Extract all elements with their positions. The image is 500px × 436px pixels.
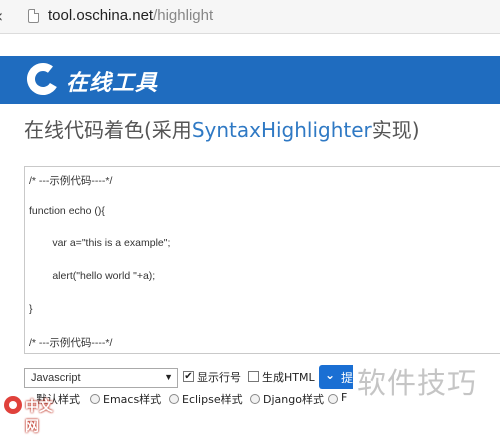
title-prefix: 在线代码着色(采用: [24, 118, 192, 142]
language-value: Javascript: [31, 372, 81, 384]
syntaxhighlighter-link[interactable]: SyntaxHighlighter: [192, 118, 372, 142]
watermark-text: 软件技巧: [357, 366, 478, 400]
url-host: tool.oschina.net: [48, 7, 154, 24]
generate-html-checkbox[interactable]: [248, 371, 259, 382]
style-more-radio[interactable]: [328, 394, 338, 404]
chevron-down-icon: ▼: [164, 372, 173, 382]
code-line: function echo (){: [29, 205, 105, 217]
submit-label: 提: [341, 371, 353, 385]
logo-text[interactable]: 在线工具: [66, 65, 158, 97]
code-line: /* ---示例代码----*/: [29, 337, 113, 349]
url-field[interactable]: tool.oschina.net/highlight: [48, 7, 213, 24]
url-path: /highlight: [153, 7, 214, 24]
style-django-label[interactable]: Django样式: [263, 391, 324, 407]
generate-html-label: 生成HTML: [262, 371, 315, 384]
watermark-logo: 中文网: [0, 394, 66, 435]
watermark-logo-text: 中文网: [25, 399, 53, 435]
style-eclipse-radio[interactable]: [169, 394, 179, 404]
style-eclipse-label[interactable]: Eclipse样式: [182, 391, 243, 407]
code-line: }: [29, 303, 33, 315]
style-django-radio[interactable]: [250, 394, 260, 404]
style-emacs-radio[interactable]: [90, 394, 100, 404]
php-logo-icon: [4, 396, 22, 414]
address-bar[interactable]: ‹ tool.oschina.net/highlight: [0, 0, 500, 34]
logo-c-icon[interactable]: [26, 62, 60, 96]
chevron-down-icon: ⌄: [325, 368, 336, 382]
submit-button[interactable]: ⌄ 提: [319, 365, 353, 389]
back-arrow-icon[interactable]: ‹: [0, 6, 3, 27]
code-line: var a="this is a example";: [29, 237, 171, 249]
code-line: /* ---示例代码----*/: [29, 175, 113, 187]
code-editor[interactable]: /* ---示例代码----*/ function echo (){ var a…: [24, 166, 500, 354]
show-line-numbers-label: 显示行号: [197, 371, 241, 384]
show-line-numbers-checkbox[interactable]: ✔: [183, 371, 194, 382]
page-icon: [28, 9, 39, 23]
title-suffix: 实现): [371, 118, 420, 142]
style-emacs-label[interactable]: Emacs样式: [103, 391, 161, 407]
style-more-label[interactable]: F: [341, 391, 347, 404]
code-line: alert("hello world "+a);: [29, 270, 156, 282]
language-select[interactable]: Javascript ▼: [24, 368, 178, 388]
page-title: 在线代码着色(采用SyntaxHighlighter实现): [24, 114, 420, 143]
